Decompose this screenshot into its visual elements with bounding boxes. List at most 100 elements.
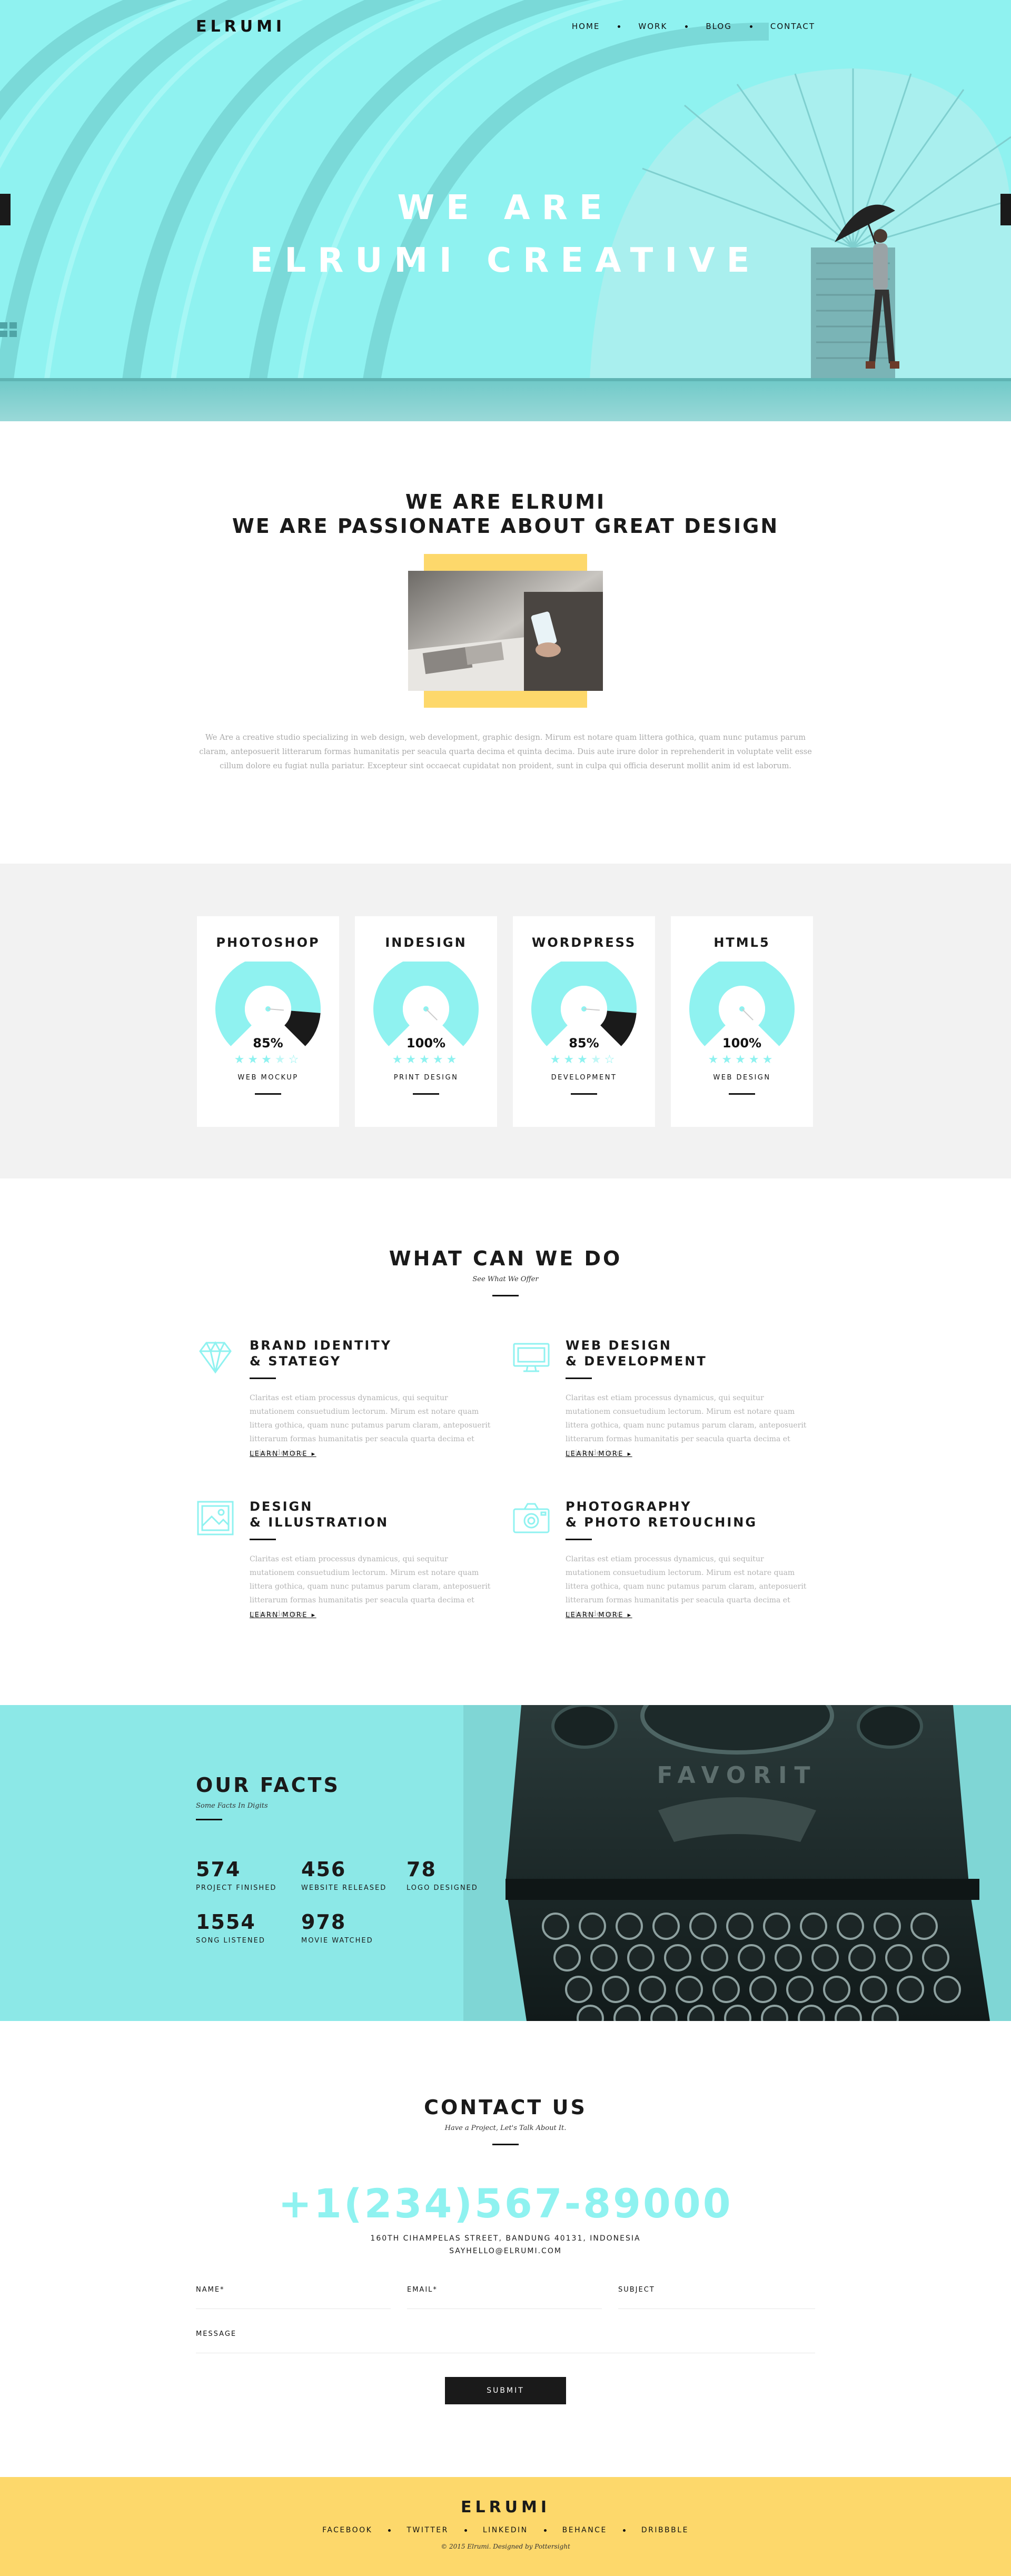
service-description: Claritas est etiam processus dynamicus, … [250,1394,491,1457]
divider-line [492,2144,519,2145]
facebook-link[interactable]: FACEBOOK [322,2526,372,2534]
caret-right-icon: ▸ [311,1450,316,1458]
name-label: NAME* [196,2286,225,2294]
learn-more-link[interactable]: LEARN MORE ▸ [566,1450,632,1458]
about-heading-line2: WE ARE PASSIONATE ABOUT GREAT DESIGN [232,514,779,538]
social-separator-dot [464,2529,467,2532]
slider-prev-button[interactable] [0,194,11,225]
facts-title: OUR FACTS [196,1774,340,1797]
skill-name: INDESIGN [385,935,467,950]
service-title-line2: & ILLUSTRATION [250,1515,389,1530]
submit-button[interactable]: SUBMIT [445,2377,566,2404]
diamond-icon [199,1341,232,1374]
about-section: WE ARE ELRUMI WE ARE PASSIONATE ABOUT GR… [0,421,1011,864]
twitter-link[interactable]: TWITTER [407,2526,448,2534]
phone-number[interactable]: +1(234)567-89000 [0,2180,1011,2227]
typewriter-key [837,1913,864,1940]
typewriter-key [786,1976,814,2003]
skill-subtitle: DEVELOPMENT [551,1074,617,1082]
dribbble-link[interactable]: DRIBBBLE [641,2526,689,2534]
learn-more-link[interactable]: LEARN MORE ▸ [250,1611,316,1619]
service-description: Claritas est etiam processus dynamicus, … [566,1555,807,1618]
fact-label: PROJECT FINISHED [196,1884,277,1892]
nav-work-link[interactable]: WORK [638,22,667,31]
email-address[interactable]: SAYHELLO@ELRUMI.COM [0,2245,1011,2257]
message-input[interactable] [196,2338,815,2351]
service-web-design: WEB DESIGN & DEVELOPMENT Claritas est et… [512,1337,807,1474]
rating-stars: ★★★★★ [671,1053,813,1066]
skills-section: PHOTOSHOP 85% ★★★★☆ WEB MOCKUP INDESIGN … [0,864,1011,1178]
typewriter-key [639,1976,666,2003]
footer-logo[interactable]: ELRUMI [0,2477,1011,2516]
divider-line [196,1819,222,1820]
subject-input[interactable] [618,2294,815,2306]
email-field[interactable]: EMAIL* [407,2286,602,2309]
typewriter-key [761,2005,788,2021]
brand-logo[interactable]: ELRUMI [196,17,285,36]
typewriter-key [871,2005,899,2021]
typewriter-key [701,1944,728,1971]
caret-right-icon: ▸ [311,1611,316,1619]
fact-label: MOVIE WATCHED [301,1937,373,1945]
services-title: WHAT CAN WE DO [389,1247,622,1270]
service-title-line2: & STATEGY [250,1354,342,1369]
typewriter-key [749,1976,777,2003]
name-input[interactable] [196,2294,391,2306]
main-menu: HOME WORK BLOG CONTACT [572,22,815,31]
behance-link[interactable]: BEHANCE [562,2526,607,2534]
name-field[interactable]: NAME* [196,2286,391,2309]
fact-label: WEBSITE RELEASED [301,1884,387,1892]
gauge-percent-label: 85% [569,1036,599,1051]
linkedin-link[interactable]: LINKEDIN [483,2526,528,2534]
copyright-text: © 2015 Elrumi. Designed by Pottersight [441,2543,570,2550]
skill-gauge: 85% [531,962,637,1051]
typewriter-key [800,1913,827,1940]
fact-label: LOGO DESIGNED [407,1884,478,1892]
typewriter-key [823,1976,850,2003]
typewriter-key [910,1913,938,1940]
picture-icon [197,1501,234,1535]
nav-separator-dot [749,25,752,28]
nav-blog-link[interactable]: BLOG [706,22,732,31]
typewriter-key [763,1913,790,1940]
skill-name: WORDPRESS [531,935,637,950]
fact-projects: 574 PROJECT FINISHED [196,1858,276,1892]
hero-section: ELRUMI HOME WORK BLOG CONTACT WE ARE ELR… [0,0,1011,421]
divider-line [250,1539,276,1540]
skill-card-indesign: INDESIGN 100% ★★★★★ PRINT DESIGN [355,916,497,1127]
nav-contact-link[interactable]: CONTACT [770,22,815,31]
skill-name: PHOTOSHOP [216,935,320,950]
typewriter-key [676,1976,703,2003]
social-separator-dot [388,2529,391,2532]
subject-field[interactable]: SUBJECT [618,2286,815,2309]
hero-headline: WE ARE ELRUMI CREATIVE [0,182,1011,287]
service-title: PHOTOGRAPHY & PHOTO RETOUCHING [566,1499,757,1530]
rating-stars: ★★★★★ [355,1053,497,1066]
typewriter-key [613,2005,641,2021]
slider-next-button[interactable] [1000,194,1011,225]
site-footer: ELRUMI FACEBOOK TWITTER LINKEDIN BEHANCE… [0,2477,1011,2576]
skill-subtitle: WEB DESIGN [713,1074,771,1082]
about-heading-line1: WE ARE ELRUMI [405,490,606,513]
service-title: BRAND IDENTITY & STATEGY [250,1337,392,1369]
nav-home-link[interactable]: HOME [572,22,600,31]
star-icon: ★ [762,1053,776,1066]
learn-more-link[interactable]: LEARN MORE ▸ [250,1450,316,1458]
message-field[interactable]: MESSAGE [196,2330,815,2353]
fact-label: SONG LISTENED [196,1937,265,1945]
skill-name: HTML5 [713,935,770,950]
typewriter-key [687,2005,715,2021]
star-icon: ☆ [604,1053,618,1066]
email-input[interactable] [407,2294,602,2306]
email-label: EMAIL* [407,2286,438,2294]
typewriter-key [874,1913,901,1940]
divider-line [413,1093,439,1095]
typewriter-key [738,1944,765,1971]
skill-gauge: 100% [689,962,795,1051]
fact-number: 78 [407,1858,437,1881]
learn-more-link[interactable]: LEARN MORE ▸ [566,1611,632,1619]
nav-separator-dot [685,25,688,28]
gauge-percent-label: 85% [253,1036,283,1051]
hero-headline-line2: ELRUMI CREATIVE [250,241,761,280]
typewriter-key [712,1976,740,2003]
